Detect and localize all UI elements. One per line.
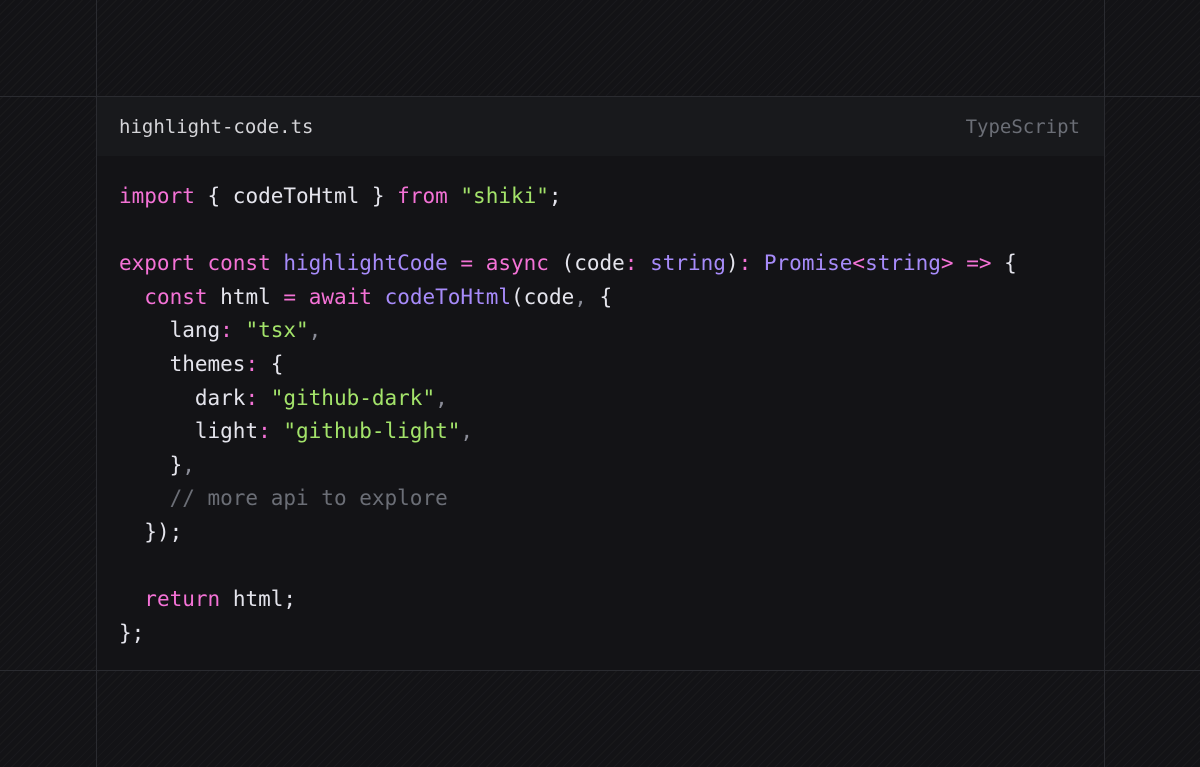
token-punctuation: ,	[308, 318, 322, 343]
token-identifier: codeToHtml	[232, 184, 360, 208]
token-punctuation: {	[599, 284, 613, 309]
token-string: "github-dark"	[270, 385, 436, 410]
token-parameter: code	[574, 251, 625, 276]
code-line-1: import { codeToHtml } from "shiki";	[119, 180, 1104, 214]
code-line-7: dark: "github-dark",	[119, 382, 1104, 416]
token-punctuation: };	[119, 620, 145, 645]
token-type: string	[650, 251, 726, 276]
code-line-11: });	[119, 516, 1104, 550]
token-punctuation: (	[511, 284, 524, 309]
code-line-14: };	[119, 617, 1104, 651]
token-operator: =	[270, 284, 309, 309]
token-property: themes	[169, 351, 246, 376]
token-operator: =>	[953, 251, 1005, 276]
code-body[interactable]: import { codeToHtml } from "shiki"; expo…	[97, 156, 1104, 650]
grid-line-right	[1104, 0, 1105, 767]
token-identifier: code	[523, 284, 575, 309]
token-operator: :	[245, 351, 271, 376]
token-property: light	[194, 419, 259, 444]
token-punctuation: ,	[182, 452, 195, 477]
token-keyword: return	[144, 587, 221, 612]
code-line-3: export const highlightCode = async (code…	[119, 247, 1104, 281]
token-identifier: html	[220, 284, 271, 309]
code-line-13: return html;	[119, 583, 1104, 617]
token-punctuation: {	[1004, 251, 1017, 276]
language-label: TypeScript	[965, 115, 1080, 138]
token-operator: :	[624, 251, 651, 276]
token-type: string	[865, 251, 941, 276]
token-function: codeToHtml	[384, 284, 511, 309]
token-keyword: import	[119, 184, 195, 208]
token-keyword: await	[308, 284, 372, 309]
code-line-6: themes: {	[119, 348, 1104, 382]
code-block-header: highlight-code.ts TypeScript	[97, 97, 1104, 156]
code-block: highlight-code.ts TypeScript import { co…	[97, 97, 1104, 670]
token-punctuation: ;	[548, 184, 562, 208]
token-operator: =	[447, 251, 486, 276]
file-name: highlight-code.ts	[119, 115, 314, 138]
token-punctuation: ,	[460, 419, 474, 444]
token-comment: // more api to explore	[169, 486, 448, 511]
grid-line-bottom	[0, 670, 1200, 671]
token-operator: :	[258, 419, 284, 444]
code-line-4: const html = await codeToHtml(code, {	[119, 281, 1104, 315]
token-property: lang	[169, 318, 221, 343]
token-punctuation: }	[169, 452, 183, 477]
token-type: Promise	[763, 251, 853, 276]
token-keyword: const	[194, 251, 284, 276]
token-punctuation: ;	[283, 587, 297, 612]
token-operator: <	[852, 251, 866, 276]
token-property: dark	[194, 385, 246, 410]
code-line-8: light: "github-light",	[119, 415, 1104, 449]
token-operator: >	[940, 251, 954, 276]
token-function: highlightCode	[283, 251, 448, 276]
token-operator: :	[220, 318, 246, 343]
token-punctuation: });	[144, 519, 183, 544]
token-operator: :	[738, 251, 764, 276]
token-punctuation: )	[725, 251, 739, 276]
token-punctuation: ,	[574, 284, 600, 309]
token-string: "shiki"	[460, 184, 549, 208]
code-line-10: // more api to explore	[119, 482, 1104, 516]
token-punctuation: ,	[435, 385, 448, 410]
token-keyword: from	[397, 184, 448, 208]
token-identifier: html	[232, 587, 284, 612]
token-string: "tsx"	[245, 318, 309, 343]
token-punctuation: (	[548, 251, 575, 276]
token-keyword: async	[485, 251, 549, 276]
token-keyword: export	[119, 251, 195, 276]
code-line-9: },	[119, 449, 1104, 483]
token-punctuation: }	[359, 184, 398, 208]
token-punctuation: {	[194, 184, 233, 208]
token-string: "github-light"	[283, 419, 461, 444]
token-punctuation: {	[270, 351, 284, 376]
code-line-5: lang: "tsx",	[119, 314, 1104, 348]
token-keyword: const	[144, 284, 208, 309]
token-operator: :	[245, 385, 271, 410]
